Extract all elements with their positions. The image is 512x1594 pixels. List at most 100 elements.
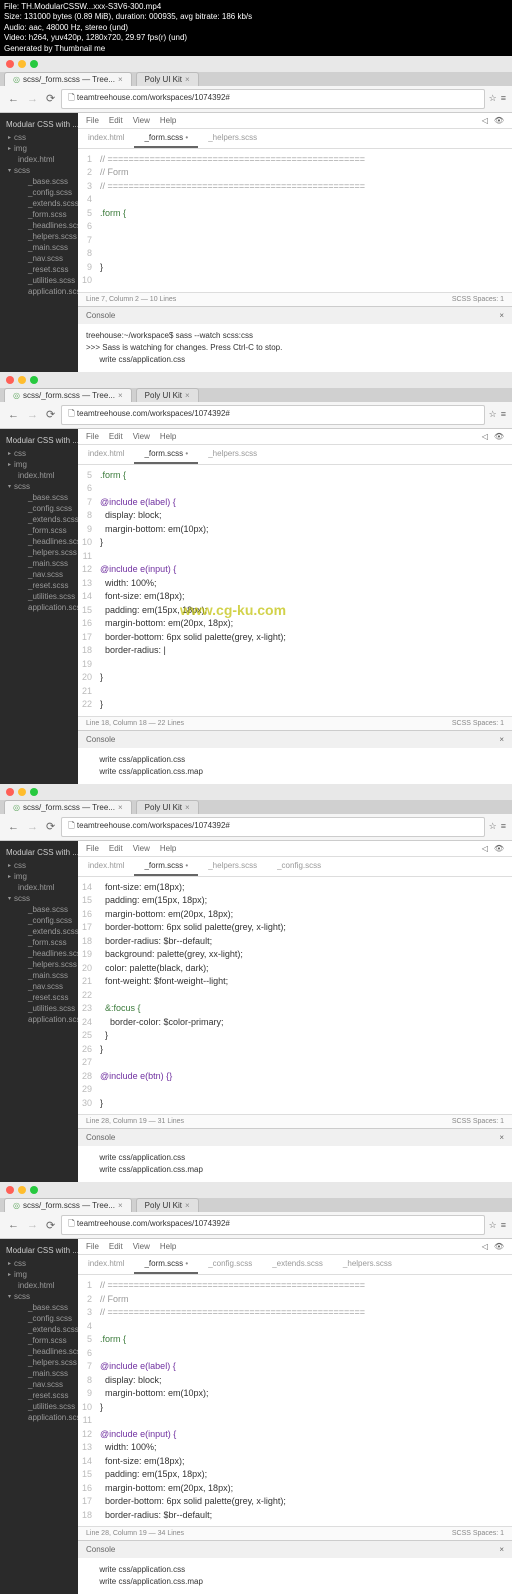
- reload-icon[interactable]: ⟳: [44, 820, 57, 833]
- file-tab[interactable]: index.html: [78, 1255, 134, 1274]
- file-item[interactable]: application.scss: [0, 602, 78, 613]
- file-item[interactable]: _utilities.scss: [0, 1003, 78, 1014]
- menu-edit[interactable]: Edit: [109, 116, 123, 125]
- browser-tab[interactable]: Poly UI Kit×: [136, 800, 199, 814]
- browser-tab[interactable]: Poly UI Kit ×: [136, 72, 199, 86]
- console-output[interactable]: write css/application.css write css/appl…: [78, 1146, 512, 1182]
- file-item[interactable]: index.html: [0, 1280, 78, 1291]
- preview-icon[interactable]: ◁: [482, 1242, 488, 1251]
- browser-tab-active[interactable]: ◎ scss/_form.scss — Tree... ×: [4, 72, 132, 86]
- file-tab-active[interactable]: _form.scss •: [134, 445, 198, 464]
- bookmark-icon[interactable]: ☆: [489, 93, 497, 104]
- browser-tab[interactable]: Poly UI Kit×: [136, 1198, 199, 1212]
- close-icon[interactable]: ×: [118, 75, 123, 84]
- file-item[interactable]: _base.scss: [0, 904, 78, 915]
- menu-edit[interactable]: Edit: [109, 844, 123, 853]
- bookmark-icon[interactable]: ☆: [489, 1220, 497, 1231]
- url-input[interactable]: 🗋 teamtreehouse.com/workspaces/1074392#: [61, 817, 484, 837]
- back-icon[interactable]: ←: [6, 93, 21, 105]
- close-icon[interactable]: ×: [185, 75, 190, 84]
- back-icon[interactable]: ←: [6, 409, 21, 421]
- close-icon[interactable]: ×: [499, 1133, 504, 1142]
- file-tab-active[interactable]: _form.scss •: [134, 129, 198, 148]
- close-icon[interactable]: ×: [118, 391, 123, 400]
- code-editor[interactable]: 1 2 3 4 5 6 7 8 9 10 11 12 13 14 15 16 1…: [78, 1275, 512, 1526]
- url-input[interactable]: 🗋 teamtreehouse.com/workspaces/1074392#: [61, 89, 484, 109]
- file-item[interactable]: index.html: [0, 882, 78, 893]
- close-icon[interactable]: ×: [185, 803, 190, 812]
- file-item[interactable]: _form.scss: [0, 209, 78, 220]
- file-item[interactable]: application.scss: [0, 1412, 78, 1423]
- file-tab[interactable]: index.html: [78, 129, 134, 148]
- file-item[interactable]: _form.scss: [0, 937, 78, 948]
- file-item[interactable]: _config.scss: [0, 187, 78, 198]
- browser-tab[interactable]: Poly UI Kit×: [136, 388, 199, 402]
- file-item[interactable]: _reset.scss: [0, 264, 78, 275]
- folder-css[interactable]: ▸css: [0, 132, 78, 143]
- menu-file[interactable]: File: [86, 1242, 99, 1251]
- console-output[interactable]: write css/application.css write css/appl…: [78, 748, 512, 784]
- maximize-icon[interactable]: [30, 376, 38, 384]
- file-item[interactable]: _headlines.scss: [0, 220, 78, 231]
- menu-help[interactable]: Help: [160, 116, 176, 125]
- file-item[interactable]: _main.scss: [0, 558, 78, 569]
- file-item[interactable]: _headlines.scss: [0, 536, 78, 547]
- file-item[interactable]: index.html: [0, 470, 78, 481]
- menu-icon[interactable]: ≡: [501, 409, 506, 420]
- minimize-icon[interactable]: [18, 1186, 26, 1194]
- code-editor[interactable]: 1 2 3 4 5 6 7 8 9 10 // ================…: [78, 149, 512, 292]
- file-item[interactable]: _nav.scss: [0, 253, 78, 264]
- file-item[interactable]: _config.scss: [0, 915, 78, 926]
- folder-scss[interactable]: ▾scss: [0, 481, 78, 492]
- file-item[interactable]: _utilities.scss: [0, 591, 78, 602]
- file-tab[interactable]: index.html: [78, 857, 134, 876]
- file-item[interactable]: _extends.scss: [0, 514, 78, 525]
- file-item[interactable]: _utilities.scss: [0, 275, 78, 286]
- close-icon[interactable]: [6, 376, 14, 384]
- file-item[interactable]: _nav.scss: [0, 981, 78, 992]
- file-tab[interactable]: _helpers.scss: [333, 1255, 402, 1274]
- menu-file[interactable]: File: [86, 116, 99, 125]
- eye-icon[interactable]: 👁: [494, 432, 504, 441]
- bookmark-icon[interactable]: ☆: [489, 821, 497, 832]
- menu-edit[interactable]: Edit: [109, 432, 123, 441]
- file-item[interactable]: _form.scss: [0, 1335, 78, 1346]
- menu-view[interactable]: View: [133, 116, 150, 125]
- file-tab-active[interactable]: _form.scss •: [134, 857, 198, 876]
- forward-icon[interactable]: →: [25, 821, 40, 833]
- file-item[interactable]: _extends.scss: [0, 926, 78, 937]
- close-icon[interactable]: [6, 788, 14, 796]
- menu-view[interactable]: View: [133, 1242, 150, 1251]
- minimize-icon[interactable]: [18, 376, 26, 384]
- file-item[interactable]: _base.scss: [0, 176, 78, 187]
- maximize-icon[interactable]: [30, 60, 38, 68]
- file-tab[interactable]: _config.scss: [198, 1255, 262, 1274]
- bookmark-icon[interactable]: ☆: [489, 409, 497, 420]
- file-item[interactable]: _main.scss: [0, 970, 78, 981]
- file-item[interactable]: _reset.scss: [0, 1390, 78, 1401]
- console-output[interactable]: treehouse:~/workspace$ sass --watch scss…: [78, 324, 512, 372]
- file-item[interactable]: index.html: [0, 154, 78, 165]
- folder-img[interactable]: ▸img: [0, 459, 78, 470]
- back-icon[interactable]: ←: [6, 1219, 21, 1231]
- close-icon[interactable]: ×: [499, 1545, 504, 1554]
- file-item[interactable]: _main.scss: [0, 242, 78, 253]
- menu-file[interactable]: File: [86, 432, 99, 441]
- file-tab[interactable]: _config.scss: [267, 857, 331, 876]
- file-tab[interactable]: _extends.scss: [262, 1255, 333, 1274]
- file-item[interactable]: _extends.scss: [0, 198, 78, 209]
- code-editor[interactable]: 5 6 7 8 9 10 11 12 13 14 15 16 17 18 19 …: [78, 465, 512, 716]
- file-item[interactable]: _helpers.scss: [0, 1357, 78, 1368]
- url-input[interactable]: 🗋 teamtreehouse.com/workspaces/1074392#: [61, 1215, 484, 1235]
- forward-icon[interactable]: →: [25, 93, 40, 105]
- minimize-icon[interactable]: [18, 788, 26, 796]
- folder-css[interactable]: ▸css: [0, 1258, 78, 1269]
- file-item[interactable]: _helpers.scss: [0, 959, 78, 970]
- folder-img[interactable]: ▸img: [0, 871, 78, 882]
- menu-file[interactable]: File: [86, 844, 99, 853]
- maximize-icon[interactable]: [30, 788, 38, 796]
- file-item[interactable]: _headlines.scss: [0, 948, 78, 959]
- file-item[interactable]: _nav.scss: [0, 569, 78, 580]
- file-item[interactable]: _config.scss: [0, 1313, 78, 1324]
- menu-icon[interactable]: ≡: [501, 821, 506, 832]
